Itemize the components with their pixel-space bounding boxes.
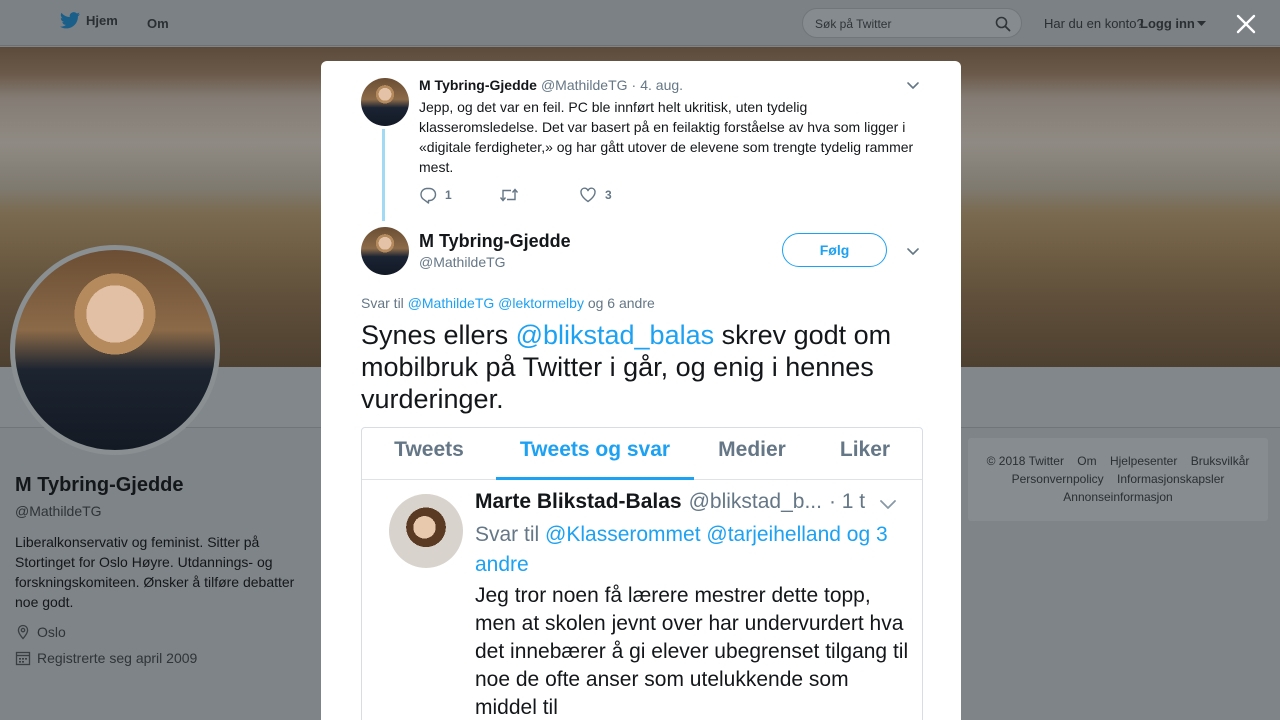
profile-sidebar: M Tybring-Gjedde @MathildeTG Liberalkons… xyxy=(15,474,305,666)
top-navigation-bar: Hjem Om Har du en konto? Logg inn xyxy=(0,0,1280,46)
like-button[interactable]: 3 xyxy=(579,186,612,204)
embedded-reply-mentions: @Klasserommet @tarjeihelland xyxy=(545,523,841,546)
thread-line xyxy=(382,129,385,221)
main-tweet-reply-context: Svar til @MathildeTG @lektormelby og 6 a… xyxy=(361,295,655,311)
footer-link-terms[interactable]: Bruksvilkår xyxy=(1191,454,1250,468)
embedded-tab-tweets-and-replies: Tweets og svar xyxy=(519,438,671,461)
profile-joined: Registrerte seg april 2009 xyxy=(15,650,305,666)
tweet-modal: M Tybring-Gjedde @MathildeTG · 4. aug. J… xyxy=(321,61,961,720)
embedded-tab-likes: Liker xyxy=(839,438,891,461)
embedded-author-name: Marte Blikstad-Balas xyxy=(475,490,682,513)
embedded-reply-context: Svar til @Klasserommet @tarjeihelland og… xyxy=(475,520,895,580)
embedded-tab-media: Medier xyxy=(718,438,786,461)
main-tweet-text-start: Synes ellers xyxy=(361,320,516,350)
parent-tweet-actions: 1 3 xyxy=(419,186,612,204)
login-dropdown[interactable]: Logg inn xyxy=(1140,16,1206,31)
main-tweet-mention-link[interactable]: @blikstad_balas xyxy=(516,320,715,350)
close-icon[interactable] xyxy=(1233,11,1259,37)
footer-link-privacy[interactable]: Personvernpolicy xyxy=(1012,472,1104,486)
search-box[interactable] xyxy=(802,8,1022,38)
nav-about-link[interactable]: Om xyxy=(147,16,169,31)
reply-icon xyxy=(420,187,437,204)
parent-tweet-text: Jepp, og det var en feil. PC ble innført… xyxy=(419,99,914,175)
search-input[interactable] xyxy=(815,15,990,33)
parent-tweet-avatar[interactable] xyxy=(361,78,409,126)
search-icon[interactable] xyxy=(995,16,1011,32)
footer-link-ads-info[interactable]: Annonseinformasjon xyxy=(1063,490,1172,504)
main-tweet-author-handle[interactable]: @MathildeTG xyxy=(419,254,506,270)
reply-mention-link[interactable]: @lektormelby xyxy=(498,295,584,311)
profile-location-label: Oslo xyxy=(37,624,66,640)
reply-others-link[interactable]: og 6 andre xyxy=(588,295,655,311)
parent-tweet-header: M Tybring-Gjedde @MathildeTG · 4. aug. xyxy=(419,77,683,93)
main-tweet-text: Synes ellers @blikstad_balas skrev godt … xyxy=(361,319,931,415)
embedded-tab-tweets: Tweets xyxy=(394,438,464,461)
main-tweet-author-name[interactable]: M Tybring-Gjedde xyxy=(419,231,571,252)
profile-handle: @MathildeTG xyxy=(15,503,102,519)
footer-link-help[interactable]: Hjelpesenter xyxy=(1110,454,1177,468)
footer-links: © 2018 Twitter Om Hjelpesenter Bruksvilk… xyxy=(968,438,1268,521)
embedded-active-tab-indicator xyxy=(496,477,694,480)
calendar-icon xyxy=(15,651,31,666)
footer-copyright: © 2018 Twitter xyxy=(986,454,1064,468)
footer-link-about[interactable]: Om xyxy=(1077,454,1096,468)
reply-mention-link[interactable]: @MathildeTG xyxy=(408,295,495,311)
login-label: Logg inn xyxy=(1140,16,1195,31)
embedded-author-handle: @blikstad_b... xyxy=(688,490,822,513)
embedded-tweet-text: Jeg tror noen få lærere mestrer dette to… xyxy=(475,584,909,719)
profile-bio: Liberalkonservativ og feminist. Sitter p… xyxy=(15,534,295,610)
parent-tweet-author-handle[interactable]: @MathildeTG xyxy=(541,77,628,93)
reply-button[interactable]: 1 xyxy=(419,186,499,204)
profile-name[interactable]: M Tybring-Gjedde xyxy=(15,474,305,497)
nav-home-link[interactable]: Hjem xyxy=(60,12,118,29)
retweet-button[interactable] xyxy=(499,186,579,204)
parent-tweet-date[interactable]: 4. aug. xyxy=(640,77,683,93)
embedded-tweet-time: · 1 t xyxy=(828,490,866,513)
footer-link-cookies[interactable]: Informasjonskapsler xyxy=(1117,472,1224,486)
chevron-down-icon[interactable] xyxy=(905,77,921,93)
nav-home-label: Hjem xyxy=(86,13,118,28)
profile-avatar[interactable] xyxy=(10,245,220,455)
embedded-avatar xyxy=(389,494,463,568)
profile-joined-label: Registrerte seg april 2009 xyxy=(37,650,198,666)
caret-down-icon xyxy=(1196,20,1206,26)
main-tweet-avatar[interactable] xyxy=(361,227,409,275)
parent-tweet-author-name[interactable]: M Tybring-Gjedde xyxy=(419,77,537,93)
twitter-bird-icon xyxy=(60,12,80,29)
embedded-reply-prefix: Svar til xyxy=(475,523,540,546)
follow-button[interactable]: Følg xyxy=(782,233,887,267)
embedded-profile-tabs: Tweets Tweets og svar Medier Liker xyxy=(362,428,922,480)
tweet-attached-image[interactable]: Tweets Tweets og svar Medier Liker Marte… xyxy=(361,427,923,720)
location-icon xyxy=(17,624,29,640)
retweet-icon xyxy=(499,188,519,202)
like-count: 3 xyxy=(605,188,612,202)
profile-location: Oslo xyxy=(15,624,305,640)
chevron-down-icon[interactable] xyxy=(905,243,921,259)
embedded-tweet-header: Marte Blikstad-Balas @blikstad_b... · 1 … xyxy=(475,490,865,514)
account-prompt: Har du en konto? xyxy=(1044,16,1144,31)
parent-tweet-separator: · xyxy=(631,77,637,93)
chevron-down-icon xyxy=(880,500,896,509)
reply-prefix: Svar til xyxy=(361,295,404,311)
heart-icon xyxy=(580,187,596,203)
reply-count: 1 xyxy=(445,188,452,202)
